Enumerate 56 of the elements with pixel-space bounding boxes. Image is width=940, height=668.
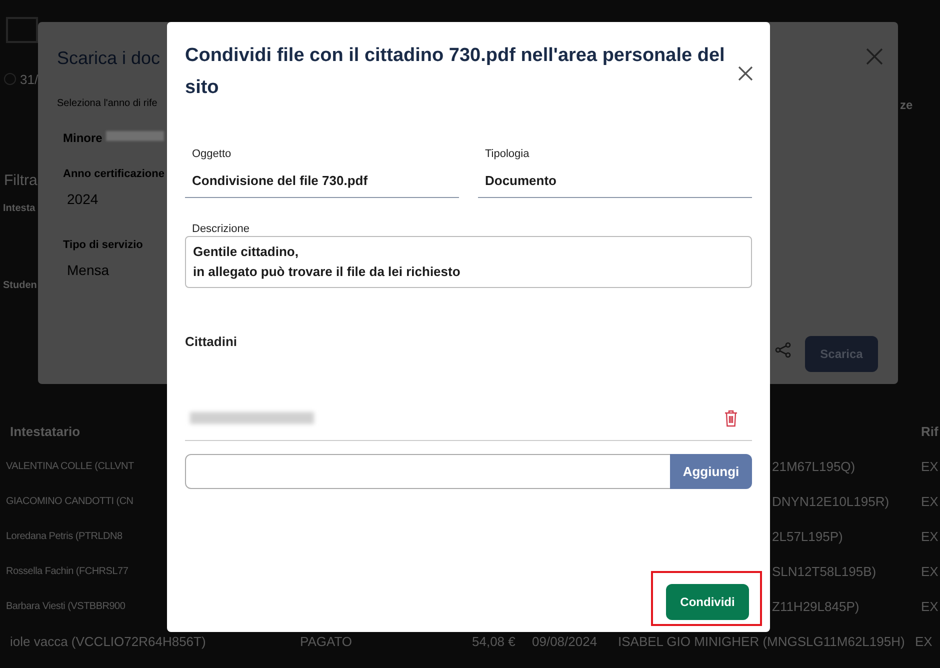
field-value: Mensa	[67, 261, 110, 280]
redacted-name	[106, 131, 164, 141]
field-label: Descrizione	[192, 222, 250, 237]
text-field[interactable]: Tipologia Documento	[478, 146, 752, 198]
description-field[interactable]: Gentile cittadino, in allegato può trovare il file da lei richiesto	[185, 236, 752, 288]
field-label: Oggetto	[192, 147, 232, 162]
close-icon[interactable]	[738, 66, 753, 81]
table-cell-text: Loredana Petris (PTRLDN8	[6, 530, 122, 544]
table-cell-text: Barbara Viesti (VSTBBR900	[6, 600, 126, 614]
table-cell-text: EX	[915, 633, 932, 651]
field-label: Tipo di servizio	[63, 238, 143, 253]
calendar-icon[interactable]	[6, 17, 38, 43]
table-cell-text: 21M67L195Q)	[772, 458, 856, 476]
text-field[interactable]: Oggetto Condivisione del file 730.pdf	[185, 146, 459, 198]
dialog-title: Scarica i doc	[57, 47, 160, 70]
table-cell-text: EX	[921, 528, 938, 546]
table-cell-text: Z11H29L845P)	[772, 598, 860, 616]
table-cell-text: EX	[921, 458, 938, 476]
table-cell-text: PAGATO	[300, 633, 352, 651]
column-header: Rif	[921, 423, 938, 441]
table-cell-text: GIACOMINO CANDOTTI (CN	[6, 495, 134, 509]
table-cell-text: ISABEL GIO MINIGHER (MNGSLG11M62L195H)	[618, 633, 905, 651]
text-line: in allegato può trovare il file da lei richiesto	[193, 263, 462, 281]
table-cell-text: DNYN12E10L195R)	[772, 493, 890, 511]
share-icon[interactable]	[775, 342, 791, 358]
table-cell-text: SLN12T58L195B)	[772, 563, 876, 581]
field-value: Documento	[485, 172, 558, 190]
field-label: Intesta	[3, 202, 36, 216]
section-label: Cittadini	[185, 333, 237, 351]
table-cell-text: EX	[921, 563, 938, 581]
text-line: Gentile cittadino,	[193, 243, 300, 261]
minor-label: Minore	[63, 130, 102, 147]
dialog-subtitle: Seleziona l'anno di rife	[57, 97, 158, 111]
field-label: Tipologia	[485, 147, 530, 162]
table-cell-text: VALENTINA COLLE (CLLVNT	[6, 460, 134, 474]
add-button[interactable]: Aggiungi	[670, 454, 752, 489]
field-value: 2024	[67, 190, 98, 209]
table-cell-text: EX	[921, 493, 938, 511]
field-label: Studen	[3, 279, 37, 293]
column-header: ze	[900, 97, 913, 114]
filter-label: Filtra	[4, 171, 38, 191]
column-header: Intestatario	[10, 423, 80, 441]
date-text: 31/	[20, 71, 38, 89]
table-cell-text: EX	[921, 598, 938, 616]
dialog-title: Condividi file con il cittadino 730.pdf nell'area personale del sito	[185, 44, 726, 100]
table-cell-text: iole vacca (VCCLIO72R64H856T)	[10, 633, 206, 651]
citizen-input[interactable]	[185, 454, 671, 489]
table-cell-text: Rossella Fachin (FCHRSL77	[6, 565, 128, 579]
field-value: Condivisione del file 730.pdf	[192, 172, 369, 190]
table-cell-text: 2L57L195P)	[772, 528, 843, 546]
table-cell-text: 09/08/2024	[532, 633, 598, 651]
share-button[interactable]: Condividi	[666, 584, 749, 620]
trash-icon[interactable]	[724, 410, 738, 427]
clock-icon	[4, 73, 16, 85]
table-cell-text: 54,08 €	[472, 633, 516, 651]
field-label: Anno certificazione	[63, 167, 164, 182]
